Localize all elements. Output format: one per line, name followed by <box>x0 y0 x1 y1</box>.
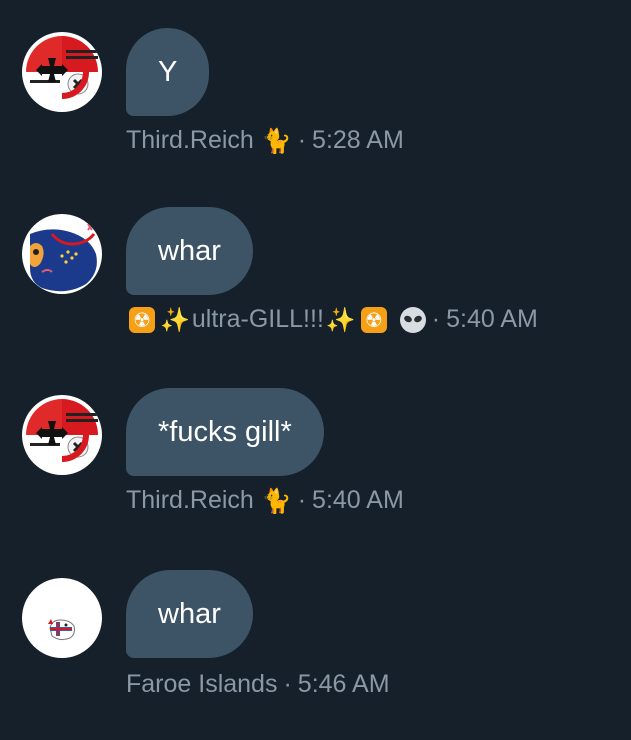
cat-icon: 🐈 <box>261 486 292 515</box>
message-text: whar <box>158 235 221 267</box>
avatar[interactable] <box>22 578 102 658</box>
avatar[interactable] <box>22 32 102 112</box>
message-meta: Faroe Islands · 5:46 AM <box>126 670 390 699</box>
message-time: 5:40 AM <box>312 486 404 514</box>
meta-separator: · <box>297 486 307 514</box>
blue-flag-character-avatar-icon <box>22 214 102 294</box>
meta-separator: · <box>431 305 441 333</box>
iron-cross-flag-avatar-icon <box>22 32 102 112</box>
message-bubble[interactable]: Y <box>126 28 210 116</box>
message-text: whar <box>158 598 221 630</box>
message-time: 5:46 AM <box>297 670 390 698</box>
sender-name[interactable]: Third.Reich <box>126 126 254 155</box>
sender-name[interactable]: ultra-GILL!!! <box>192 305 324 334</box>
message-time: 5:28 AM <box>312 126 404 154</box>
message-text: *fucks gill* <box>158 416 292 448</box>
meta-separator: · <box>297 126 307 154</box>
message-bubble[interactable]: whar <box>126 570 253 658</box>
message-bubble[interactable]: whar <box>126 207 253 295</box>
sender-name[interactable]: Third.Reich <box>126 486 254 515</box>
message-time: 5:40 AM <box>446 305 538 333</box>
sparkles-icon: ✨ <box>160 305 190 334</box>
faroe-flag-character-avatar-icon <box>22 578 102 658</box>
iron-cross-flag-avatar-icon <box>22 395 102 475</box>
message-meta: Third.Reich 🐈 · 5:28 AM <box>126 126 404 155</box>
avatar[interactable] <box>22 214 102 294</box>
chat-thread: Y Third.Reich 🐈 · 5:28 AM whar ☢ ✨ ultra… <box>0 0 631 740</box>
message-meta: Third.Reich 🐈 · 5:40 AM <box>126 486 404 515</box>
message-item: whar ☢ ✨ ultra-GILL!!! ✨ ☢ · 5:40 AM <box>0 207 631 377</box>
message-meta: ☢ ✨ ultra-GILL!!! ✨ ☢ · 5:40 AM <box>126 305 538 334</box>
message-bubble[interactable]: *fucks gill* <box>126 388 324 476</box>
message-item: *fucks gill* Third.Reich 🐈 · 5:40 AM <box>0 388 631 558</box>
alien-icon <box>399 306 426 333</box>
radioactive-icon: ☢ <box>360 306 387 333</box>
radioactive-icon: ☢ <box>129 306 155 333</box>
avatar[interactable] <box>22 395 102 475</box>
sender-name[interactable]: Faroe Islands <box>126 670 277 699</box>
message-item: Y Third.Reich 🐈 · 5:28 AM <box>0 28 631 198</box>
cat-icon: 🐈 <box>261 126 292 155</box>
sparkles-icon: ✨ <box>325 305 356 334</box>
message-text: Y <box>158 56 178 88</box>
meta-separator: · <box>283 670 292 698</box>
message-item: whar Faroe Islands · 5:46 AM <box>0 570 631 740</box>
